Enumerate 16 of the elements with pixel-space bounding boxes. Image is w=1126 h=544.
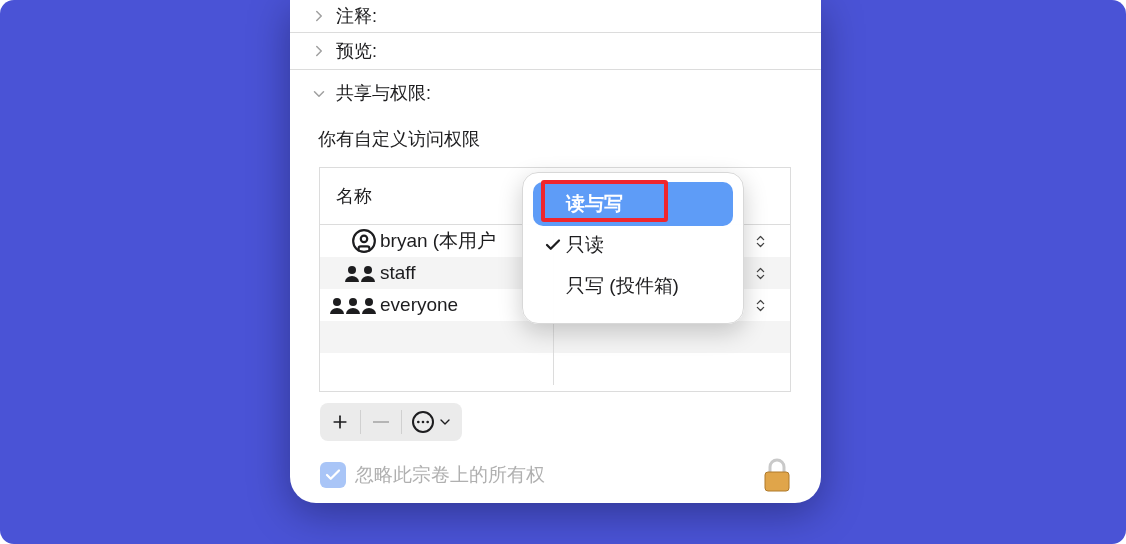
section-title: 共享与权限: [336, 82, 431, 105]
three-people-icon [329, 296, 377, 314]
user-name-cell-text: staff [380, 260, 416, 285]
section-title: 注释: [336, 4, 377, 28]
menu-item[interactable]: 只读 [533, 223, 733, 267]
lock-icon[interactable] [763, 458, 791, 492]
column-header[interactable]: 名称 [336, 182, 372, 210]
section-title: 预览: [336, 39, 377, 63]
user-name-cell-text: everyone [380, 292, 459, 317]
menu-item[interactable]: 只写 (投件箱) [533, 264, 733, 308]
user-icon [351, 228, 377, 254]
two-people-icon [343, 264, 377, 282]
checkbox-label: 忽略此宗卷上的所有权 [355, 462, 545, 487]
user-name-cell-text: bryan (本用户 [380, 228, 497, 253]
minus-icon [373, 421, 389, 423]
permission-description: 你有自定义访问权限 [318, 128, 480, 151]
